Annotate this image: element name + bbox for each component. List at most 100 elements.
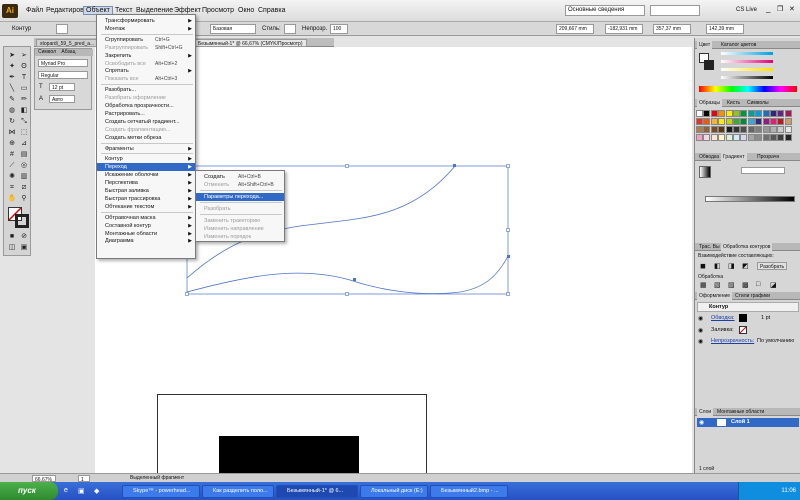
swatch[interactable] xyxy=(740,126,748,133)
swatch[interactable] xyxy=(784,126,792,133)
blob-brush-tool-icon[interactable]: ◍ xyxy=(7,106,17,115)
direct-selection-tool-icon[interactable]: ➢ xyxy=(19,51,29,60)
graph-tool-icon[interactable]: ▥ xyxy=(19,172,29,181)
draw-mode-icon[interactable]: ◫ xyxy=(7,243,17,252)
swatch[interactable] xyxy=(747,110,755,117)
stroke-swatch[interactable] xyxy=(739,314,747,322)
swatch[interactable] xyxy=(733,118,740,125)
eyedropper-tool-icon[interactable]: ⟋ xyxy=(7,161,17,170)
object-menu-item[interactable]: Монтажные области ▶ xyxy=(97,230,195,238)
quicklaunch-app-icon[interactable]: ◆ xyxy=(94,487,99,495)
magic-wand-tool-icon[interactable]: ✦ xyxy=(7,62,17,71)
swatch[interactable] xyxy=(710,110,718,117)
swatch[interactable] xyxy=(703,118,711,125)
swatch[interactable] xyxy=(718,134,726,141)
fill-none-swatch[interactable] xyxy=(739,326,747,334)
swatch[interactable] xyxy=(784,118,792,125)
swatch[interactable] xyxy=(770,134,777,141)
fill-swatch[interactable] xyxy=(56,24,68,34)
tab-symbols[interactable]: Символы xyxy=(745,99,771,107)
swatch[interactable] xyxy=(703,110,711,117)
swatch[interactable] xyxy=(718,110,726,117)
swatch[interactable] xyxy=(777,110,785,117)
object-menu-item[interactable]: Переход ▶ xyxy=(97,163,195,172)
swatch[interactable] xyxy=(725,126,733,133)
object-menu-item[interactable]: Быстрая трассировка ▶ xyxy=(97,195,195,203)
task-paint[interactable]: Безымянный2.bmp - ... xyxy=(430,485,508,498)
object-menu-item[interactable]: Создать метки обреза xyxy=(97,134,195,142)
swatch[interactable] xyxy=(770,126,777,133)
gradient-slider[interactable] xyxy=(705,196,795,202)
stroke-style-select[interactable]: Базовая xyxy=(210,24,256,34)
swatch[interactable] xyxy=(777,126,785,133)
minus-front-icon[interactable]: ◧ xyxy=(714,262,721,270)
yellow-slider[interactable] xyxy=(721,68,773,71)
black-rectangle[interactable] xyxy=(219,436,359,474)
layer-row[interactable]: ◉ Слой 1 xyxy=(697,418,799,427)
swatch[interactable] xyxy=(762,118,770,125)
swatch[interactable] xyxy=(718,118,726,125)
swatch[interactable] xyxy=(784,134,792,141)
tab-gradient[interactable]: Градиент xyxy=(721,153,747,161)
swatch[interactable] xyxy=(740,110,748,117)
height-input[interactable]: 142,39 mm xyxy=(706,24,744,34)
exclude-icon[interactable]: ◩ xyxy=(742,262,749,270)
swatch[interactable] xyxy=(725,110,733,117)
artboard-tool-icon[interactable]: ⌗ xyxy=(7,183,17,192)
object-menu-item[interactable]: Искажение оболочки ▶ xyxy=(97,171,195,179)
type-tool-icon[interactable]: T xyxy=(19,73,29,82)
tab-artboards[interactable]: Монтажные области xyxy=(715,408,766,416)
trim-icon[interactable]: ▧ xyxy=(714,281,721,289)
menu-file[interactable]: Файл xyxy=(24,7,45,14)
pen-tool-icon[interactable]: ✒ xyxy=(7,73,17,82)
menu-view[interactable]: Просмотр xyxy=(200,7,236,14)
blend-submenu-item[interactable]: Параметры перехода... xyxy=(196,193,284,201)
symbol-sprayer-tool-icon[interactable]: ✺ xyxy=(7,172,17,181)
menu-select[interactable]: Выделение xyxy=(134,7,175,14)
tab-color-guide[interactable]: Каталог цветов xyxy=(719,41,758,49)
x-input[interactable]: 209,667 mm xyxy=(556,24,594,34)
divide-icon[interactable]: ▦ xyxy=(700,281,707,289)
minimize-button[interactable]: _ xyxy=(766,4,770,13)
paintbrush-tool-icon[interactable]: ✎ xyxy=(7,95,17,104)
width-input[interactable]: 357,37 mm xyxy=(653,24,691,34)
cyan-slider[interactable] xyxy=(721,52,773,55)
swatch[interactable] xyxy=(777,118,785,125)
scale-tool-icon[interactable]: ⤡ xyxy=(19,117,29,126)
object-menu-item[interactable]: Обтравочная маска ▶ xyxy=(97,214,195,222)
task-explorer[interactable]: Локальный диск (E:) xyxy=(360,485,428,498)
tab-paragraph[interactable]: Абзац xyxy=(57,49,75,55)
tab-color[interactable]: Цвет xyxy=(697,41,713,49)
swatch[interactable] xyxy=(725,134,733,141)
object-menu-item[interactable]: Растрировать... xyxy=(97,110,195,118)
stroke-visibility-icon[interactable]: ◉ xyxy=(698,315,703,322)
swatch[interactable] xyxy=(703,126,711,133)
fill-row-label[interactable]: Заливка: xyxy=(711,327,734,333)
eraser-tool-icon[interactable]: ◧ xyxy=(19,106,29,115)
object-menu-item[interactable]: Трансформировать ▶ xyxy=(97,17,195,25)
object-menu-item[interactable]: Разобрать... xyxy=(97,86,195,94)
minus-back-icon[interactable]: ◪ xyxy=(770,281,777,289)
unite-icon[interactable]: ◼ xyxy=(700,262,706,270)
shape-builder-tool-icon[interactable]: ⊕ xyxy=(7,139,17,148)
tab-brushes[interactable]: Кисть xyxy=(725,99,742,107)
swatch[interactable] xyxy=(703,134,711,141)
style-select[interactable] xyxy=(284,24,296,34)
opacity-row-label[interactable]: Непрозрачность: xyxy=(711,338,754,344)
swatch[interactable] xyxy=(696,134,703,141)
object-menu-item[interactable]: Спрятать ▶ xyxy=(97,67,195,75)
magenta-slider[interactable] xyxy=(721,60,773,63)
quicklaunch-desktop-icon[interactable]: ▣ xyxy=(78,487,85,495)
swatch[interactable] xyxy=(733,134,740,141)
opacity-visibility-icon[interactable]: ◉ xyxy=(698,338,703,345)
menu-type[interactable]: Текст xyxy=(113,7,135,14)
menu-effect[interactable]: Эффект xyxy=(172,7,203,14)
page-input[interactable]: 1 xyxy=(78,475,90,482)
pencil-tool-icon[interactable]: ✏ xyxy=(19,95,29,104)
task-illustrator[interactable]: Безымянный-1* @ 6... xyxy=(276,485,358,498)
task-skype[interactable]: Skype™ - powerhead... xyxy=(122,485,200,498)
font-size-input[interactable]: 12 pt xyxy=(49,83,75,91)
tab-document-2[interactable]: Безымянный-1* @ 66,67% (CMYK/Просмотр) xyxy=(194,39,307,47)
object-menu-item[interactable]: Перспектива ▶ xyxy=(97,179,195,187)
font-style-select[interactable]: Regular xyxy=(38,71,88,79)
